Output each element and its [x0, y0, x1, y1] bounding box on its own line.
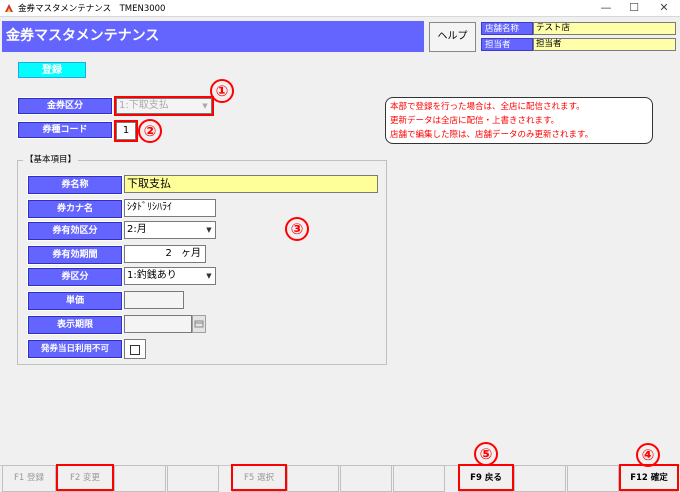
validity-class-value: 2:月	[127, 224, 147, 235]
validity-class-label: 券有効区分	[27, 221, 123, 241]
ticket-class-value: 1:釣銭あり	[127, 270, 177, 281]
annotation-box-f2	[56, 464, 114, 491]
staff-value: 担当者	[533, 38, 676, 51]
validity-period-label: 券有効期間	[27, 245, 123, 265]
chevron-down-icon: ▼	[206, 226, 212, 234]
note-line: 更新データは全店に配信・上書きされます。	[390, 116, 560, 126]
calendar-icon	[194, 320, 204, 328]
display-deadline-label: 表示期限	[27, 315, 123, 335]
ticket-class-label: 券区分	[27, 267, 123, 287]
register-mode-button[interactable]: 登録	[18, 62, 86, 78]
close-button[interactable]: ✕	[650, 0, 678, 16]
voucher-name-label: 券名称	[27, 175, 123, 195]
note-line: 店舗で編集した際は、店舗データのみ更新されます。	[390, 130, 594, 140]
page-title: 金券マスタメンテナンス	[2, 21, 424, 52]
minimize-button[interactable]: —	[592, 0, 620, 16]
f11-button[interactable]	[567, 465, 619, 492]
type-code-label: 券種コード	[17, 121, 113, 139]
annotation-marker-3: ③	[285, 217, 309, 241]
annotation-box-f9	[458, 464, 514, 491]
same-day-use-checkbox[interactable]	[130, 345, 140, 355]
same-day-use-container	[124, 339, 146, 359]
voucher-kana-label: 券カナ名	[27, 199, 123, 219]
ticket-class-select[interactable]: 1:釣銭あり ▼	[124, 267, 216, 285]
f3-button[interactable]	[114, 465, 166, 492]
f10-button[interactable]	[514, 465, 566, 492]
store-name-label: 店舗名称	[481, 22, 533, 35]
store-name-value: テスト店	[533, 22, 676, 35]
app-icon	[5, 4, 13, 12]
annotation-marker-1: ①	[210, 79, 234, 103]
voucher-name-field[interactable]: 下取支払	[124, 175, 378, 193]
display-deadline-field[interactable]	[124, 315, 192, 333]
validity-period-value: 2	[165, 248, 172, 259]
validity-class-select[interactable]: 2:月 ▼	[124, 221, 216, 239]
maximize-button[interactable]: ☐	[620, 0, 648, 16]
note-line: 本部で登録を行った場合は、全店に配信されます。	[390, 102, 585, 112]
annotation-marker-5: ⑤	[474, 442, 498, 466]
staff-label: 担当者	[481, 38, 533, 51]
unit-price-label: 単価	[27, 291, 123, 311]
chevron-down-icon: ▼	[206, 272, 212, 280]
f8-button[interactable]	[393, 465, 445, 492]
f7-button[interactable]	[340, 465, 392, 492]
validity-period-field[interactable]: 2 ヶ月	[124, 245, 206, 263]
voucher-class-label: 金券区分	[17, 97, 113, 115]
annotation-box-2	[114, 120, 138, 142]
help-button[interactable]: ヘルプ	[429, 22, 476, 52]
f6-button[interactable]	[287, 465, 339, 492]
calendar-picker-button[interactable]	[192, 315, 206, 333]
voucher-kana-field[interactable]: ｼﾀﾄﾞﾘｼﾊﾗｲ	[124, 199, 216, 217]
basic-items-group-label: 【基本項目】	[23, 153, 79, 165]
info-note: 本部で登録を行った場合は、全店に配信されます。 更新データは全店に配信・上書きさ…	[385, 97, 653, 144]
same-day-use-label: 発券当日利用不可	[27, 339, 123, 359]
window-title: 金券マスタメンテナンス TMEN3000	[18, 4, 166, 14]
annotation-box-1	[114, 96, 214, 116]
annotation-box-f5	[231, 464, 287, 491]
f1-register-button[interactable]: F1 登録	[2, 465, 56, 492]
validity-period-unit: ヶ月	[181, 248, 201, 259]
annotation-marker-4: ④	[636, 443, 660, 467]
annotation-marker-2: ②	[138, 119, 162, 143]
unit-price-field[interactable]	[124, 291, 184, 309]
annotation-box-f12	[619, 464, 679, 491]
f4-button[interactable]	[167, 465, 219, 492]
